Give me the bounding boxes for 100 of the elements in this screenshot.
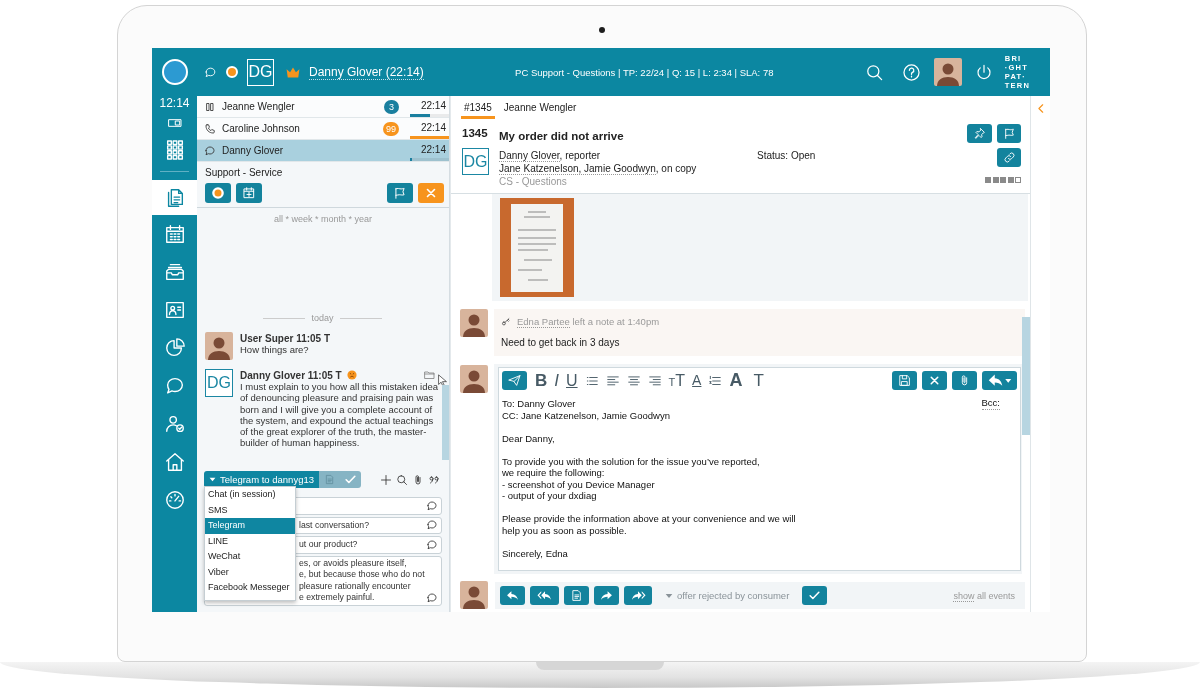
- tab[interactable]: #1345: [461, 96, 495, 119]
- reporter-link[interactable]: Danny Glover: [499, 150, 560, 162]
- day-divider-label: today: [311, 313, 334, 323]
- link-button[interactable]: [997, 148, 1021, 167]
- forward-all-button[interactable]: [624, 586, 652, 605]
- presence-circle-icon[interactable]: [162, 59, 188, 85]
- plus-icon[interactable]: [380, 473, 392, 486]
- font-color-button[interactable]: A: [692, 371, 702, 390]
- close-button[interactable]: [418, 183, 444, 203]
- font-button[interactable]: A: [729, 371, 743, 390]
- nav-item[interactable]: [152, 180, 197, 215]
- caret-down-icon: [665, 591, 673, 600]
- font-size-button[interactable]: TT: [668, 371, 686, 390]
- menu-item[interactable]: Chat (in session): [205, 487, 295, 503]
- pushpin-icon: [973, 127, 986, 140]
- interaction-row[interactable]: Jeanne Wengler 3 22:14: [197, 96, 449, 118]
- initials-avatar: DG: [462, 148, 489, 175]
- pin-button[interactable]: [967, 124, 992, 143]
- record-button[interactable]: [205, 183, 231, 203]
- message-header: User Super 11:05 T: [240, 332, 331, 344]
- count-badge: 3: [384, 99, 399, 114]
- menu-item[interactable]: WeChat: [205, 549, 295, 565]
- pause-icon: [204, 100, 216, 113]
- contact-name-link[interactable]: Danny Glover (22:14): [309, 64, 424, 80]
- search-icon[interactable]: [864, 62, 884, 82]
- mouse-pointer-icon: [438, 374, 447, 387]
- forward-button[interactable]: [594, 586, 619, 605]
- email-paragraph: Please provide the information above at your convenience and we will help you as soon as possible.: [502, 513, 797, 536]
- bold-button[interactable]: B: [535, 371, 548, 390]
- paperclip-icon[interactable]: [412, 473, 424, 486]
- menu-item[interactable]: Telegram: [205, 518, 295, 534]
- align-right-icon: [647, 373, 662, 388]
- cc-line: Jane Katzenelson, Jamie Goodwyn, on copy: [499, 162, 697, 175]
- ticket-subject: My order did not arrive: [499, 129, 624, 143]
- note-text: Need to get back in 3 days: [501, 337, 620, 349]
- contact-name: Jeanne Wengler: [222, 101, 295, 112]
- forward-arrow-icon: [599, 589, 614, 602]
- ticket-category: CS - Questions: [499, 175, 567, 188]
- attach-button[interactable]: [952, 371, 977, 390]
- bcc-link[interactable]: Bcc:: [981, 398, 1000, 410]
- chat-bubble-icon[interactable]: [204, 65, 217, 79]
- tab[interactable]: Jeanne Wengler: [500, 96, 580, 119]
- search-icon[interactable]: [396, 473, 408, 486]
- person-silhouette-icon[interactable]: [933, 58, 962, 86]
- person-silhouette-icon: [460, 309, 488, 337]
- template-button[interactable]: [564, 586, 589, 605]
- scrollbar-thumb[interactable]: [1022, 317, 1030, 435]
- user-check-icon: [163, 413, 186, 435]
- numbered-list-icon: [708, 373, 723, 388]
- initials-avatar: DG: [205, 369, 233, 397]
- reply-button[interactable]: [500, 586, 525, 605]
- person-silhouette-icon: [205, 332, 233, 360]
- show-all-events: show all events: [953, 590, 1015, 601]
- flag-button[interactable]: [387, 183, 413, 203]
- align-center-icon: [626, 373, 641, 388]
- menu-item[interactable]: Facebook Messeger: [205, 580, 295, 596]
- folder-icon[interactable]: [423, 369, 436, 381]
- contact-name: Caroline Johnson: [222, 123, 300, 134]
- channel-dropdown[interactable]: Telegram to dannyg13: [204, 471, 319, 488]
- interaction-row[interactable]: Caroline Johnson 99 22:14: [197, 118, 449, 140]
- photo-placeholder[interactable]: [500, 198, 574, 297]
- save-button[interactable]: [892, 371, 917, 390]
- underline-button[interactable]: U: [566, 371, 578, 390]
- chat-bubble-icon[interactable]: [426, 499, 438, 512]
- cc-link[interactable]: Jane Katzenelson, Jamie Goodwyn: [499, 163, 656, 175]
- reply-menu-button[interactable]: [982, 371, 1017, 390]
- confirm-button[interactable]: [802, 586, 828, 605]
- schedule-button[interactable]: [236, 183, 262, 203]
- pie-chart-icon: [163, 337, 186, 359]
- inbox-tray-icon: [163, 261, 186, 283]
- italic-button[interactable]: I: [554, 371, 559, 390]
- person-silhouette-icon: [460, 581, 488, 609]
- power-icon[interactable]: [974, 62, 993, 82]
- reporter-line: Danny Glover, reporter: [499, 150, 601, 162]
- quote-icon[interactable]: [428, 473, 440, 486]
- discard-button[interactable]: [922, 371, 947, 390]
- reply-arrow-icon: [505, 589, 520, 602]
- reply-all-button[interactable]: [530, 586, 559, 605]
- paper-plane-icon: [508, 374, 521, 387]
- chat-bubble-icon[interactable]: [426, 519, 438, 532]
- calendar-plus-icon: [242, 186, 256, 200]
- queue-label: Support - Service: [205, 166, 283, 179]
- contact-name: Danny Glover: [222, 145, 284, 156]
- send-button[interactable]: [502, 371, 527, 390]
- check-icon[interactable]: [343, 473, 357, 486]
- text-style-button[interactable]: T: [753, 371, 764, 390]
- record-icon: [211, 186, 225, 200]
- scrollbar-thumb[interactable]: [442, 385, 449, 460]
- interaction-row[interactable]: Danny Glover 22:14: [197, 140, 449, 162]
- chat-bubble-icon[interactable]: [426, 591, 438, 604]
- flag-button[interactable]: [997, 124, 1021, 143]
- help-icon[interactable]: [901, 62, 921, 82]
- flag-icon: [393, 186, 407, 200]
- caret-down-icon: [209, 476, 216, 483]
- to-line: To: Danny Glover: [502, 398, 576, 410]
- close-icon: [424, 186, 438, 200]
- ticket-number: 1345: [462, 126, 488, 140]
- email-paragraph: Sincerely, Edna: [502, 547, 569, 559]
- chat-bubble-icon[interactable]: [426, 538, 438, 551]
- email-paragraph: To provide you with the solution for the issue you’ve reported, we require the following: - screenshot of you Device Manager - output of your dxdiag: [502, 455, 761, 502]
